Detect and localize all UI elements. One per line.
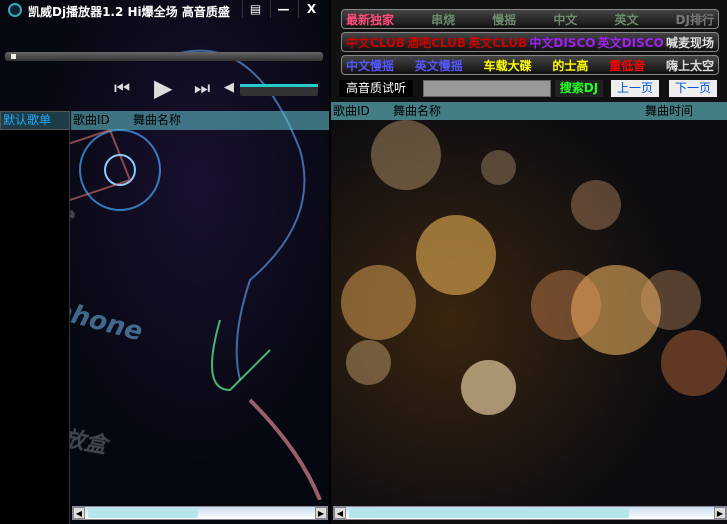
category-bar-club[interactable]: 酒吧CLUB xyxy=(407,34,466,51)
title-bar: 凯威Dj播放器1.2 Hi爆全场 高音质盛 ▤ — X xyxy=(0,0,329,20)
category-row-2: 中文CLUB 酒吧CLUB 英文CLUB 中文DISCO 英文DISCO 喊麦现… xyxy=(341,32,719,52)
category-space[interactable]: 嗨上太空 xyxy=(666,57,714,74)
category-en-slowrock[interactable]: 英文慢摇 xyxy=(415,57,463,74)
category-mc-live[interactable]: 喊麦现场 xyxy=(666,34,714,51)
col-song-name[interactable]: 舞曲名称 xyxy=(133,111,181,130)
player-panel: 凯威 Earphone DJ播放盒 凯威Dj播放器1.2 Hi爆全场 高音质盛 … xyxy=(0,0,329,524)
category-slow[interactable]: 慢摇 xyxy=(492,11,516,28)
window-title: 凯威Dj播放器1.2 Hi爆全场 高音质盛 xyxy=(28,5,230,19)
volume-slider[interactable] xyxy=(240,84,318,96)
category-car[interactable]: 车载大碟 xyxy=(484,57,532,74)
col-song-id[interactable]: 歌曲ID xyxy=(333,102,370,120)
category-cn-club[interactable]: 中文CLUB xyxy=(346,34,405,51)
prev-button[interactable]: ⏮ xyxy=(114,78,130,99)
scroll-left-arrow-icon[interactable]: ◀ xyxy=(334,507,346,519)
category-en-disco[interactable]: 英文DISCO xyxy=(598,34,664,51)
volume-fill xyxy=(240,84,318,87)
category-chinese[interactable]: 中文 xyxy=(553,11,577,28)
app-icon xyxy=(8,3,22,17)
close-button[interactable]: X xyxy=(298,0,324,18)
left-hscrollbar[interactable]: ◀ ▶ xyxy=(72,506,328,520)
category-en-club[interactable]: 英文CLUB xyxy=(468,34,527,51)
volume-icon[interactable]: ◀ xyxy=(224,80,234,95)
play-button[interactable]: ▶ xyxy=(154,74,172,102)
category-bass[interactable]: 重低音 xyxy=(609,57,645,74)
playlist-tab-default[interactable]: 默认歌单 xyxy=(0,111,70,130)
category-cn-slowrock[interactable]: 中文慢摇 xyxy=(346,57,394,74)
category-medley[interactable]: 串烧 xyxy=(431,11,455,28)
category-latest[interactable]: 最新独家 xyxy=(346,11,394,28)
scroll-right-arrow-icon[interactable]: ▶ xyxy=(315,507,327,519)
minimize-button[interactable]: — xyxy=(270,0,296,18)
left-table-header: 歌曲ID 舞曲名称 xyxy=(71,111,329,130)
category-row-3: 中文慢摇 英文慢摇 车载大碟 的士高 重低音 嗨上太空 xyxy=(341,55,719,75)
col-song-time[interactable]: 舞曲时间 xyxy=(645,102,693,120)
bokeh-background xyxy=(331,120,727,524)
skin-button[interactable]: ▤ xyxy=(242,0,268,18)
category-cn-disco[interactable]: 中文DISCO xyxy=(529,34,595,51)
playlist-list[interactable] xyxy=(0,130,70,524)
progress-knob[interactable] xyxy=(11,54,16,59)
prev-page-button[interactable]: 上一页 xyxy=(611,80,659,97)
scroll-left-arrow-icon[interactable]: ◀ xyxy=(73,507,85,519)
right-hscrollbar[interactable]: ◀ ▶ xyxy=(333,506,727,520)
next-button[interactable]: ⏭ xyxy=(194,78,210,99)
right-table-header: 歌曲ID 舞曲名称 舞曲时间 xyxy=(331,102,727,120)
scroll-thumb[interactable] xyxy=(88,508,198,518)
col-song-id[interactable]: 歌曲ID xyxy=(73,111,110,130)
category-disco[interactable]: 的士高 xyxy=(552,57,588,74)
scroll-right-arrow-icon[interactable]: ▶ xyxy=(714,507,726,519)
category-ranking[interactable]: DJ排行 xyxy=(676,11,714,28)
hq-preview-label[interactable]: 高音质试听 xyxy=(339,80,413,97)
category-english[interactable]: 英文 xyxy=(614,11,638,28)
scroll-thumb[interactable] xyxy=(349,508,629,518)
next-page-button[interactable]: 下一页 xyxy=(669,80,717,97)
browse-panel: 最新独家 串烧 慢摇 中文 英文 DJ排行 中文CLUB 酒吧CLUB 英文CL… xyxy=(331,0,727,524)
search-dj-button[interactable]: 搜索DJ xyxy=(555,80,603,97)
progress-slider[interactable] xyxy=(5,52,323,61)
col-song-name[interactable]: 舞曲名称 xyxy=(393,102,441,120)
category-row-1: 最新独家 串烧 慢摇 中文 英文 DJ排行 xyxy=(341,9,719,29)
search-input[interactable] xyxy=(423,80,551,97)
